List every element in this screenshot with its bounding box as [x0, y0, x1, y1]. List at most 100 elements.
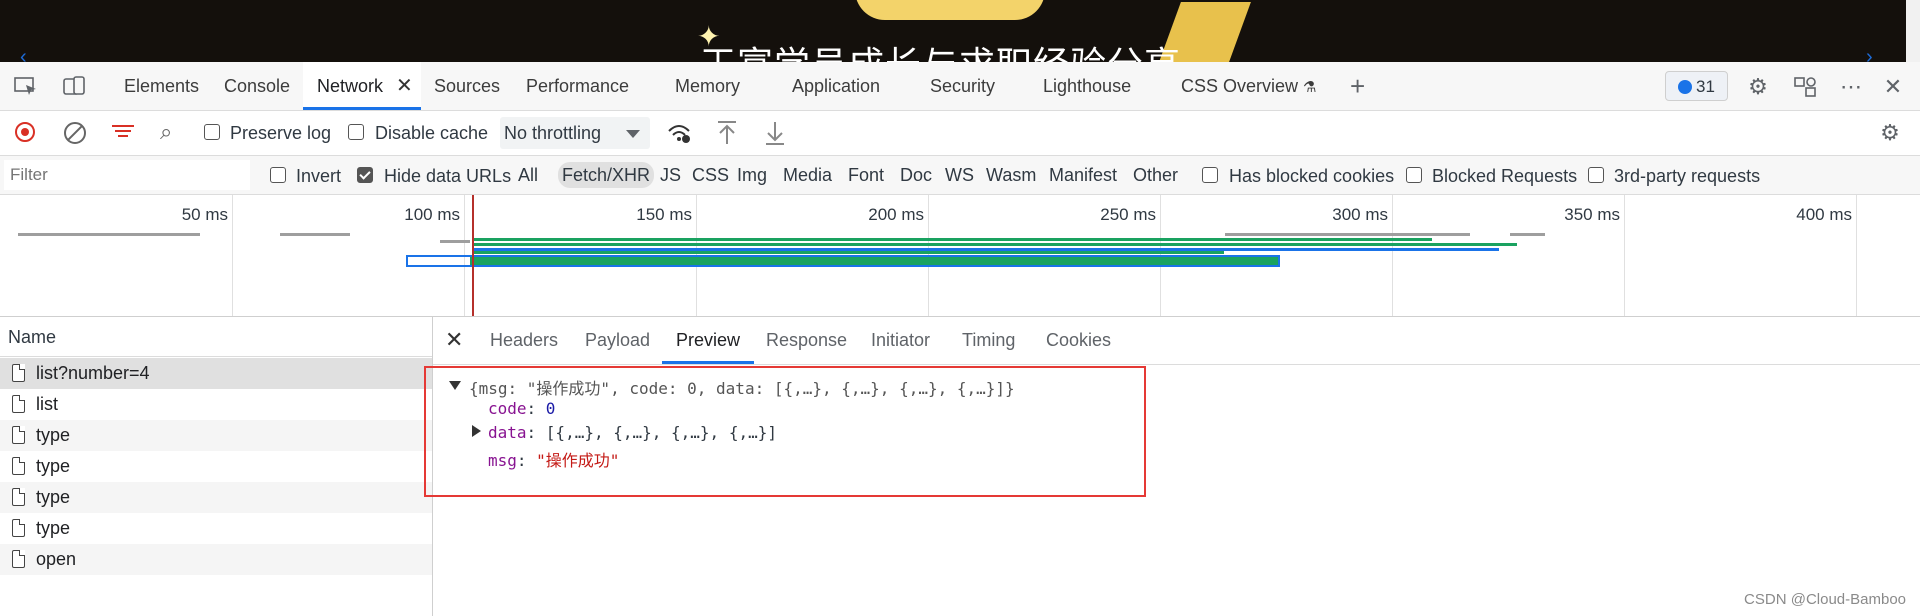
- timeline-tick: 300 ms: [1332, 205, 1388, 224]
- issues-count: 31: [1696, 77, 1715, 96]
- carousel-next-icon[interactable]: ›: [1866, 46, 1873, 62]
- tab-preview[interactable]: Preview: [662, 317, 755, 364]
- customize-icon[interactable]: [1792, 74, 1818, 100]
- issues-badge[interactable]: 31: [1665, 71, 1728, 101]
- filter-type-wasm[interactable]: Wasm: [986, 162, 1036, 188]
- filter-type-font[interactable]: Font: [848, 162, 884, 188]
- settings-gear-icon[interactable]: ⚙: [1745, 74, 1771, 100]
- file-icon: [12, 519, 25, 537]
- page-scrollbar[interactable]: [1906, 0, 1920, 62]
- close-devtools-icon[interactable]: ✕: [1880, 74, 1906, 100]
- filter-type-manifest[interactable]: Manifest: [1049, 162, 1117, 188]
- timeline-bar: [472, 243, 1517, 246]
- filter-bar: Invert Hide data URLs All Fetch/XHR JS C…: [0, 156, 1920, 195]
- table-row[interactable]: type: [0, 420, 432, 451]
- filter-type-js[interactable]: JS: [660, 162, 681, 188]
- banner-title: 王富学员成长与求职经验分享: [700, 36, 1181, 62]
- file-icon: [12, 426, 25, 444]
- file-icon: [12, 364, 25, 382]
- throttling-select[interactable]: No throttling: [500, 117, 650, 149]
- tab-css-overview-label: CSS Overview: [1181, 76, 1299, 96]
- tab-response[interactable]: Response: [766, 317, 847, 364]
- import-har-icon[interactable]: [716, 120, 738, 146]
- filter-icon[interactable]: [112, 122, 134, 142]
- hide-data-urls-checkbox[interactable]: [357, 167, 373, 183]
- tab-elements[interactable]: Elements: [124, 62, 199, 110]
- timeline-overview[interactable]: 50 ms 100 ms 150 ms 200 ms 250 ms 300 ms…: [0, 195, 1920, 317]
- timeline-tick: 250 ms: [1100, 205, 1156, 224]
- filter-type-css[interactable]: CSS: [692, 162, 729, 188]
- page-banner: ✦ 王富学员成长与求职经验分享 ‹ ›: [0, 0, 1920, 62]
- add-tab-icon[interactable]: +: [1350, 62, 1365, 110]
- timeline-tick: 350 ms: [1564, 205, 1620, 224]
- close-detail-icon[interactable]: ✕: [445, 327, 463, 353]
- tab-sources[interactable]: Sources: [434, 62, 500, 110]
- third-party-requests-checkbox[interactable]: [1588, 167, 1604, 183]
- timeline-bar: [280, 233, 350, 236]
- tab-network-label: Network: [317, 76, 384, 96]
- timeline-tick: 200 ms: [868, 205, 924, 224]
- timeline-bar: [470, 257, 1278, 265]
- highlight-annotation-box: [424, 366, 1146, 497]
- tab-cookies[interactable]: Cookies: [1046, 317, 1111, 364]
- export-har-icon[interactable]: [764, 120, 786, 146]
- clear-icon[interactable]: [64, 122, 86, 144]
- tab-timing[interactable]: Timing: [962, 317, 1015, 364]
- tab-css-overview[interactable]: CSS Overview ⚗: [1181, 62, 1317, 110]
- filter-type-ws[interactable]: WS: [945, 162, 974, 188]
- filter-type-doc[interactable]: Doc: [900, 162, 932, 188]
- tab-headers[interactable]: Headers: [490, 317, 558, 364]
- detail-tabbar: ✕ Headers Payload Preview Response Initi…: [433, 317, 1920, 365]
- tab-security[interactable]: Security: [930, 62, 995, 110]
- request-name: type: [36, 456, 71, 476]
- flask-icon: ⚗: [1303, 79, 1317, 96]
- more-options-icon[interactable]: ⋯: [1838, 74, 1864, 100]
- timeline-bar: [1225, 233, 1470, 236]
- filter-type-media[interactable]: Media: [783, 162, 832, 188]
- table-row[interactable]: type: [0, 482, 432, 513]
- tab-initiator[interactable]: Initiator: [871, 317, 930, 364]
- request-name: type: [36, 487, 71, 507]
- filter-type-other[interactable]: Other: [1133, 162, 1178, 188]
- devtools-tabbar: Elements Console Network ✕ Sources Perfo…: [0, 62, 1920, 111]
- network-settings-gear-icon[interactable]: ⚙: [1877, 120, 1903, 146]
- tab-lighthouse[interactable]: Lighthouse: [1043, 62, 1131, 110]
- hide-data-urls-label: Hide data URLs: [384, 166, 512, 186]
- has-blocked-cookies-checkbox[interactable]: [1202, 167, 1218, 183]
- tab-console[interactable]: Console: [224, 62, 290, 110]
- request-name: type: [36, 425, 71, 445]
- preserve-log-checkbox[interactable]: [204, 124, 220, 140]
- blocked-requests-checkbox[interactable]: [1406, 167, 1422, 183]
- search-icon[interactable]: ⌕: [160, 119, 172, 145]
- tab-application[interactable]: Application: [792, 62, 880, 110]
- carousel-prev-icon[interactable]: ‹: [20, 46, 27, 62]
- timeline-tick: 400 ms: [1796, 205, 1852, 224]
- preserve-log-label: Preserve log: [230, 123, 332, 143]
- table-row[interactable]: type: [0, 513, 432, 544]
- network-toolbar: ⌕ Preserve log Disable cache No throttli…: [0, 111, 1920, 156]
- disable-cache-checkbox[interactable]: [348, 124, 364, 140]
- network-conditions-icon[interactable]: [666, 121, 692, 145]
- invert-checkbox[interactable]: [270, 167, 286, 183]
- device-toolbar-icon[interactable]: [62, 76, 86, 96]
- filter-type-all[interactable]: All: [518, 162, 538, 188]
- tab-performance[interactable]: Performance: [526, 62, 629, 110]
- table-row[interactable]: open: [0, 544, 432, 575]
- close-tab-icon[interactable]: ✕: [396, 62, 413, 110]
- request-list: Name list?number=4 list type type type t…: [0, 317, 433, 616]
- filter-input[interactable]: [4, 160, 250, 190]
- table-row[interactable]: list: [0, 389, 432, 420]
- table-row[interactable]: list?number=4: [0, 358, 432, 389]
- record-stop-icon[interactable]: [15, 122, 35, 142]
- filter-type-fetch-xhr[interactable]: Fetch/XHR: [558, 162, 655, 188]
- filter-type-img[interactable]: Img: [737, 162, 767, 188]
- tab-memory[interactable]: Memory: [675, 62, 740, 110]
- tab-payload[interactable]: Payload: [585, 317, 650, 364]
- timeline-bar: [472, 238, 1432, 241]
- timeline-cursor: [472, 195, 474, 316]
- request-name: type: [36, 518, 71, 538]
- inspect-element-icon[interactable]: [14, 76, 38, 96]
- name-column-header[interactable]: Name: [0, 317, 432, 357]
- table-row[interactable]: type: [0, 451, 432, 482]
- chevron-down-icon: [626, 130, 640, 138]
